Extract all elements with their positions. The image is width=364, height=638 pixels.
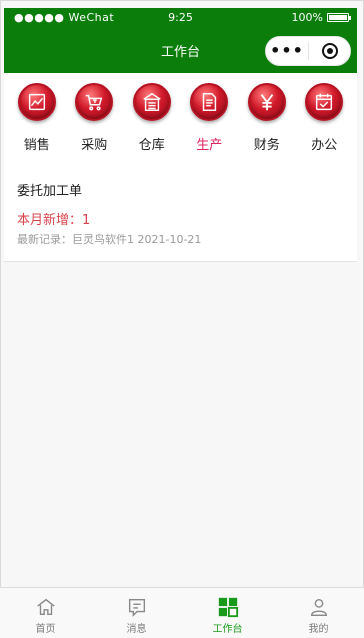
office-icon	[305, 83, 344, 121]
tab-label: 首页	[35, 624, 56, 635]
tab-label: 工作台	[212, 624, 243, 635]
target-icon	[321, 43, 338, 59]
tab-workbench[interactable]: 工作台	[182, 588, 273, 638]
bottom-tab-bar: 首页 消息 工作台 我的	[0, 587, 364, 638]
menu-item-finance[interactable]: 财务	[241, 73, 293, 161]
miniprogram-capsule: •••	[265, 36, 351, 66]
menu-item-office[interactable]: 办公	[298, 73, 350, 161]
menu-item-label: 销售	[23, 138, 50, 153]
battery-percent: 100%	[291, 11, 323, 24]
tab-home[interactable]: 首页	[0, 588, 91, 638]
battery-icon	[327, 13, 351, 22]
menu-item-label: 生产	[196, 138, 223, 153]
profile-icon	[310, 598, 327, 616]
card-title: 委托加工单	[17, 184, 83, 199]
status-bar: ●●●●● WeChat 9:25 100%	[4, 8, 357, 27]
document-icon	[190, 83, 229, 121]
message-icon	[128, 598, 145, 617]
more-menu-button[interactable]: •••	[266, 36, 308, 66]
phone-screen: ●●●●● WeChat 9:25 100% 工作台 ••• 销售 采购 仓库 …	[0, 0, 364, 638]
menu-item-label: 办公	[311, 138, 338, 153]
tab-profile[interactable]: 我的	[273, 588, 364, 638]
tab-label: 我的	[308, 624, 329, 635]
yen-icon	[247, 83, 286, 121]
tab-label: 消息	[126, 624, 147, 635]
tab-messages[interactable]: 消息	[91, 588, 182, 638]
workbench-icon	[218, 597, 238, 618]
menu-item-label: 财务	[253, 138, 280, 153]
battery-area: 100%	[291, 11, 351, 24]
home-icon	[36, 598, 55, 616]
close-miniprogram-button[interactable]	[309, 43, 350, 59]
module-menu: 销售 采购 仓库 生产 财务 办公	[4, 73, 357, 161]
warehouse-icon	[132, 83, 171, 121]
menu-item-purchase[interactable]: 采购	[68, 73, 120, 161]
cart-icon	[75, 83, 114, 121]
monthly-new-count: 本月新增：1	[17, 213, 91, 228]
consignment-order-card[interactable]: 委托加工单 本月新增：1 最新记录：巨灵鸟软件1 2021-10-21	[4, 161, 357, 262]
latest-record: 最新记录：巨灵鸟软件1 2021-10-21	[17, 233, 202, 246]
navigation-bar: 工作台 •••	[4, 27, 357, 73]
menu-item-label: 采购	[81, 138, 108, 153]
menu-item-production[interactable]: 生产	[183, 73, 235, 161]
menu-item-sales[interactable]: 销售	[11, 73, 63, 161]
menu-item-label: 仓库	[138, 138, 165, 153]
chart-icon	[17, 83, 56, 121]
menu-item-warehouse[interactable]: 仓库	[126, 73, 178, 161]
